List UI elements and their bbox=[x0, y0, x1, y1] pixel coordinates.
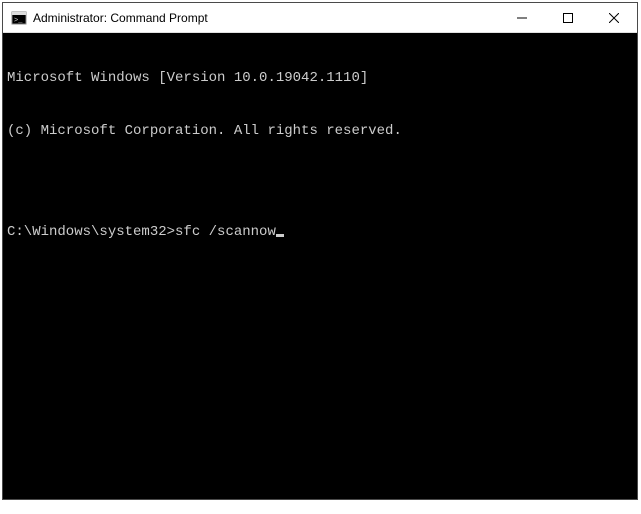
version-line: Microsoft Windows [Version 10.0.19042.11… bbox=[7, 70, 633, 88]
copyright-line: (c) Microsoft Corporation. All rights re… bbox=[7, 123, 633, 141]
close-button[interactable] bbox=[591, 3, 637, 32]
svg-text:>_: >_ bbox=[14, 17, 23, 25]
command-prompt-icon: >_ bbox=[11, 10, 27, 26]
cursor bbox=[276, 234, 284, 237]
prompt-path: C:\Windows\system32> bbox=[7, 224, 175, 242]
window-title: Administrator: Command Prompt bbox=[33, 11, 499, 25]
maximize-icon bbox=[563, 13, 573, 23]
blank-line bbox=[7, 175, 633, 189]
command-text: sfc /scannow bbox=[175, 224, 276, 242]
minimize-icon bbox=[517, 13, 527, 23]
prompt-line: C:\Windows\system32>sfc /scannow bbox=[7, 224, 633, 242]
minimize-button[interactable] bbox=[499, 3, 545, 32]
terminal-area[interactable]: Microsoft Windows [Version 10.0.19042.11… bbox=[3, 33, 637, 499]
window-controls bbox=[499, 3, 637, 32]
close-icon bbox=[609, 13, 619, 23]
command-prompt-window: >_ Administrator: Command Prompt bbox=[2, 2, 638, 500]
titlebar[interactable]: >_ Administrator: Command Prompt bbox=[3, 3, 637, 33]
maximize-button[interactable] bbox=[545, 3, 591, 32]
